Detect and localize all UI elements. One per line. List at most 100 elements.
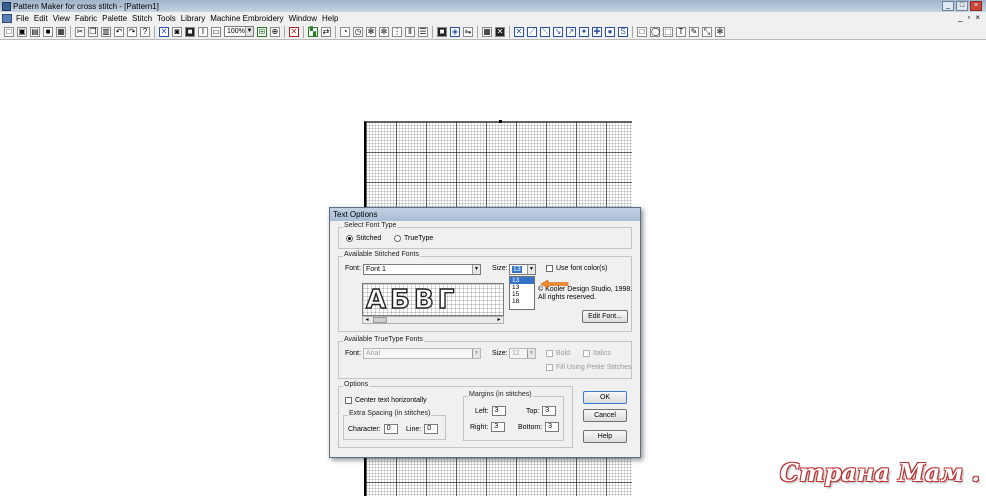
- curve-stitch-icon[interactable]: S: [618, 26, 628, 37]
- fill-petite-row[interactable]: Fill Using Petite Stitches: [546, 364, 631, 371]
- color-swatch-icon[interactable]: ■: [437, 26, 447, 37]
- lasso-icon[interactable]: ◯: [650, 26, 660, 37]
- stitched-font-select[interactable]: Font 1 ▼: [363, 264, 481, 275]
- edit-font-button[interactable]: Edit Font...: [582, 310, 628, 323]
- menu-view[interactable]: View: [53, 14, 75, 23]
- center-text-checkbox[interactable]: [345, 397, 352, 404]
- timer-icon[interactable]: ◷: [353, 26, 363, 37]
- save-icon[interactable]: ■: [43, 26, 53, 37]
- truetype-size-select[interactable]: 12 ▼: [509, 348, 536, 359]
- maximize-button[interactable]: □: [956, 1, 968, 11]
- columns-icon[interactable]: ⦀: [405, 26, 415, 37]
- bead-icon[interactable]: ✚: [592, 26, 602, 37]
- center-text-row[interactable]: Center text horizontally: [345, 397, 427, 404]
- symbol-view-icon[interactable]: ◙: [172, 26, 182, 37]
- doc-minimize-icon[interactable]: _: [958, 13, 962, 22]
- mirror-icon[interactable]: ⋮: [392, 26, 402, 37]
- size-option[interactable]: 13: [510, 284, 534, 291]
- zoom-select[interactable]: 100% ▼: [224, 26, 254, 37]
- help-button[interactable]: Help: [583, 430, 627, 443]
- character-input[interactable]: 0: [383, 424, 398, 434]
- replace-color-icon[interactable]: ⇋: [463, 26, 473, 37]
- stitched-size-select[interactable]: 13 ▼: [509, 264, 536, 275]
- top-margin-input[interactable]: 3: [542, 406, 557, 416]
- use-font-colors-row[interactable]: Use font color(s): [546, 265, 607, 272]
- copy-icon[interactable]: ❐: [88, 26, 98, 37]
- truetype-radio-row[interactable]: TrueType: [394, 235, 433, 242]
- straight-line-icon[interactable]: ↗: [566, 26, 576, 37]
- text-tool-icon[interactable]: T: [676, 26, 686, 37]
- rows-icon[interactable]: ☰: [418, 26, 428, 37]
- quarter-stitch-icon[interactable]: ✕: [514, 26, 524, 37]
- block-view-icon[interactable]: ■: [185, 26, 195, 37]
- bottom-margin-input[interactable]: 3: [545, 422, 560, 432]
- zoom-in-icon[interactable]: ⊕: [270, 26, 280, 37]
- stamp-icon[interactable]: ⬚: [663, 26, 673, 37]
- menu-file[interactable]: File: [16, 14, 34, 23]
- redo-icon[interactable]: ↷: [127, 26, 137, 37]
- size-option[interactable]: 18: [510, 298, 534, 305]
- rotate-icon[interactable]: ◔: [340, 26, 350, 37]
- print-icon[interactable]: ▦: [56, 26, 66, 37]
- help-pointer-icon[interactable]: ?: [140, 26, 150, 37]
- stitched-radio[interactable]: [346, 235, 353, 242]
- half-stitch-icon[interactable]: ⟋: [527, 26, 537, 37]
- french-knot-icon[interactable]: ●: [605, 26, 615, 37]
- minimize-button[interactable]: _: [942, 1, 954, 11]
- size-dropdown-list[interactable]: 13 13 15 18: [509, 276, 535, 310]
- backstitch-icon[interactable]: ⟍: [540, 26, 550, 37]
- snowflake-icon[interactable]: ✼: [379, 26, 389, 37]
- undo-icon[interactable]: ↶: [114, 26, 124, 37]
- chevron-down-icon[interactable]: ▼: [472, 265, 480, 274]
- italics-checkbox[interactable]: [583, 350, 590, 357]
- cross-stitch-icon[interactable]: ✕: [495, 26, 505, 37]
- menu-edit[interactable]: Edit: [34, 14, 53, 23]
- flip-icon[interactable]: ⇄: [321, 26, 331, 37]
- menu-fabric[interactable]: Fabric: [75, 14, 102, 23]
- new-wizard-icon[interactable]: ▣: [17, 26, 27, 37]
- gear-icon[interactable]: ✻: [366, 26, 376, 37]
- new-file-icon[interactable]: □: [4, 26, 14, 37]
- menu-help[interactable]: Help: [322, 14, 343, 23]
- text-cursor-icon[interactable]: I: [198, 26, 208, 37]
- truetype-radio[interactable]: [394, 235, 401, 242]
- menu-tools[interactable]: Tools: [157, 14, 181, 23]
- delete-icon[interactable]: ✕: [289, 26, 299, 37]
- size-option[interactable]: 15: [510, 291, 534, 298]
- line-input[interactable]: 0: [424, 424, 439, 434]
- zoom-out-icon[interactable]: ▭: [211, 26, 221, 37]
- full-stitch-view-icon[interactable]: ✕: [159, 26, 169, 37]
- scroll-thumb[interactable]: [373, 317, 387, 323]
- color-fill-icon[interactable]: ⤡: [702, 26, 712, 37]
- document-icon[interactable]: [2, 13, 12, 23]
- scroll-left-icon[interactable]: ◂: [363, 316, 371, 324]
- chevron-down-icon[interactable]: ▼: [527, 265, 535, 274]
- eraser-icon[interactable]: ✎: [689, 26, 699, 37]
- chevron-down-icon[interactable]: ▼: [527, 349, 535, 358]
- bold-row[interactable]: Bold: [546, 350, 570, 357]
- long-stitch-icon[interactable]: ↘: [553, 26, 563, 37]
- left-margin-input[interactable]: 3: [491, 406, 506, 416]
- fit-page-icon[interactable]: ⊞: [257, 26, 267, 37]
- open-file-icon[interactable]: ▤: [30, 26, 40, 37]
- menu-stitch[interactable]: Stitch: [132, 14, 157, 23]
- size-option[interactable]: 13: [510, 277, 534, 284]
- paste-icon[interactable]: ▥: [101, 26, 111, 37]
- select-rectangle-icon[interactable]: □: [637, 26, 647, 37]
- specialty-stitch-icon[interactable]: ✦: [579, 26, 589, 37]
- doc-restore-icon[interactable]: ▫: [967, 13, 970, 22]
- cut-icon[interactable]: ✂: [75, 26, 85, 37]
- chevron-down-icon[interactable]: ▼: [245, 27, 253, 36]
- color-picker-icon[interactable]: ◈: [450, 26, 460, 37]
- chevron-down-icon[interactable]: ▼: [472, 349, 480, 358]
- truetype-font-select[interactable]: Arial ▼: [363, 348, 481, 359]
- doc-close-icon[interactable]: ×: [975, 13, 980, 22]
- close-button[interactable]: ×: [970, 1, 982, 11]
- menu-window[interactable]: Window: [289, 14, 322, 23]
- stitched-radio-row[interactable]: Stitched: [346, 235, 381, 242]
- bold-checkbox[interactable]: [546, 350, 553, 357]
- cancel-button[interactable]: Cancel: [583, 409, 627, 422]
- menu-machine-embroidery[interactable]: Machine Embroidery: [210, 14, 288, 23]
- fill-petite-checkbox[interactable]: [546, 364, 553, 371]
- palette-icon[interactable]: ▚: [308, 26, 318, 37]
